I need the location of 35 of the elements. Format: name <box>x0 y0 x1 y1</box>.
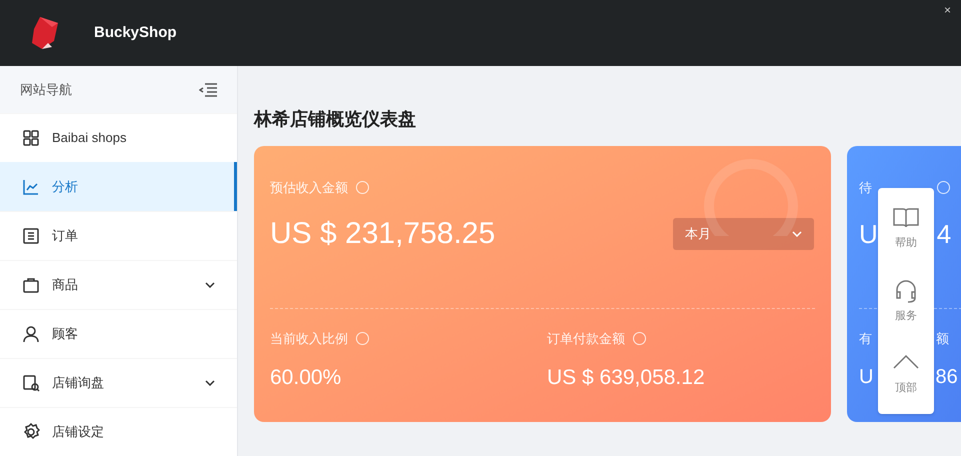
metric-value: 60.00% <box>270 365 342 391</box>
settings-icon <box>22 423 40 441</box>
metric-value: 4 <box>936 218 952 250</box>
metric-label: 当前收入比例 <box>270 330 348 348</box>
sidebar-item[interactable]: 店铺设定 <box>0 407 237 456</box>
close-button[interactable]: × <box>944 4 951 16</box>
metric-label: 订单付款金额 <box>547 330 625 348</box>
collapse-menu-icon[interactable] <box>199 82 217 96</box>
chevron-down-icon <box>792 230 802 236</box>
sidebar-item[interactable]: 顾客 <box>0 309 237 358</box>
grid-icon <box>22 129 40 147</box>
float-button[interactable]: 服务 <box>892 278 920 324</box>
float-button[interactable]: 帮助 <box>892 205 920 252</box>
brand-name: BuckyShop <box>94 22 177 43</box>
metric-value: US $ 639,058.12 <box>547 365 705 391</box>
metric-label: 有 <box>859 330 872 348</box>
user-icon <box>22 325 40 343</box>
line-chart-icon <box>22 178 40 196</box>
metric-label: 额 <box>936 330 949 348</box>
metric-value: U <box>859 218 878 250</box>
sidebar-item[interactable]: 分析 <box>0 162 237 211</box>
metric-label: 预估收入金额 <box>270 179 348 197</box>
list-icon <box>22 227 40 245</box>
metric-value: U <box>859 365 874 390</box>
sidebar-item[interactable]: 商品 <box>0 260 237 309</box>
page-title: 林希店铺概览仪表盘 <box>254 108 417 131</box>
metric-value: US $ 231,758.25 <box>270 216 496 252</box>
sidebar-title: 网站导航 <box>20 80 72 99</box>
sidebar-item[interactable]: 订单 <box>0 211 237 260</box>
metric-label: 待 <box>859 179 872 197</box>
float-button[interactable]: 顶部 <box>892 350 920 397</box>
shopping-bag-icon <box>22 276 40 294</box>
sidebar-item[interactable]: 店铺询盘 <box>0 358 237 407</box>
document-search-icon <box>22 374 40 392</box>
metric-value: 86 <box>935 365 958 390</box>
